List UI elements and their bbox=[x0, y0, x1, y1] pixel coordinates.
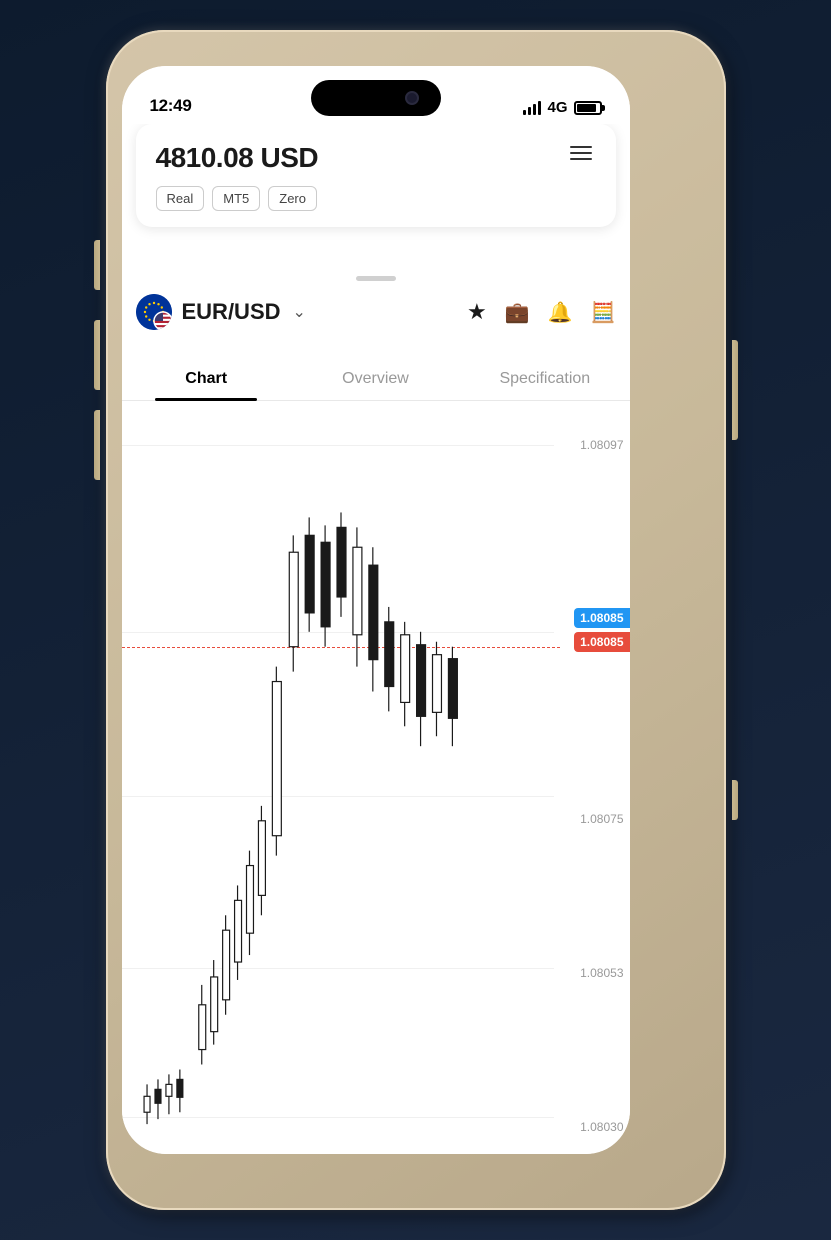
volume-mute-button bbox=[94, 240, 100, 290]
header-top: 4810.08 USD bbox=[156, 142, 596, 174]
price-label-1: 1.08097 bbox=[554, 438, 624, 452]
account-tag-zero[interactable]: Zero bbox=[268, 186, 317, 211]
tab-chart[interactable]: Chart bbox=[122, 356, 291, 400]
instrument-actions: ★ 💼 🔔 🧮 bbox=[467, 299, 615, 325]
price-label-5: 1.08030 bbox=[554, 1120, 624, 1134]
tab-overview[interactable]: Overview bbox=[291, 356, 460, 400]
price-labels: 1.08097 1.08075 1.08053 1.08030 bbox=[554, 408, 624, 1154]
signal-bars-icon bbox=[523, 101, 541, 115]
tabs-row: Chart Overview Specification bbox=[122, 356, 630, 401]
volume-down-button bbox=[94, 410, 100, 480]
tab-specification[interactable]: Specification bbox=[460, 356, 629, 400]
power-button bbox=[732, 340, 738, 440]
price-label-4: 1.08053 bbox=[554, 966, 624, 980]
bid-price-badge: 1.08085 bbox=[574, 608, 629, 628]
briefcase-icon[interactable]: 💼 bbox=[505, 300, 530, 325]
account-tags: Real MT5 Zero bbox=[156, 186, 596, 211]
battery-icon bbox=[574, 101, 602, 115]
dynamic-island bbox=[311, 80, 441, 116]
currency-flag-icon bbox=[136, 294, 172, 330]
price-label-3: 1.08075 bbox=[554, 812, 624, 826]
calculator-icon[interactable]: 🧮 bbox=[591, 300, 616, 325]
status-right: 4G bbox=[523, 99, 601, 116]
network-type: 4G bbox=[547, 99, 567, 116]
signal-bar-3 bbox=[533, 104, 536, 115]
menu-line-1 bbox=[570, 146, 592, 148]
instrument-left: EUR/USD ⌄ bbox=[136, 294, 306, 330]
hamburger-menu-button[interactable] bbox=[566, 142, 596, 164]
favorite-star-button[interactable]: ★ bbox=[467, 299, 487, 325]
account-tag-real[interactable]: Real bbox=[156, 186, 205, 211]
status-time: 12:49 bbox=[150, 96, 192, 116]
ask-price-badge: 1.08085 bbox=[574, 632, 629, 652]
eu-flag-svg bbox=[136, 294, 172, 330]
chevron-down-icon[interactable]: ⌄ bbox=[293, 302, 306, 322]
battery-fill bbox=[577, 104, 596, 112]
menu-line-2 bbox=[570, 152, 592, 154]
instrument-name[interactable]: EUR/USD bbox=[182, 299, 281, 325]
balance-amount: 4810.08 USD bbox=[156, 142, 319, 174]
bell-icon[interactable]: 🔔 bbox=[548, 300, 573, 325]
signal-bar-2 bbox=[528, 107, 531, 115]
phone-mockup: 12:49 4G 4810.08 USD bbox=[66, 20, 766, 1220]
volume-up-button bbox=[94, 320, 100, 390]
menu-line-3 bbox=[570, 158, 592, 160]
candlestick-chart: .candle-bull { stroke: #1a1a1a; fill: #f… bbox=[122, 408, 560, 1154]
header-card: 4810.08 USD Real MT5 Zero bbox=[136, 124, 616, 227]
signal-bar-4 bbox=[538, 101, 541, 115]
action-button bbox=[732, 780, 738, 820]
account-tag-mt5[interactable]: MT5 bbox=[212, 186, 260, 211]
instrument-row: EUR/USD ⌄ ★ 💼 🔔 🧮 bbox=[136, 294, 616, 330]
signal-bar-1 bbox=[523, 110, 526, 115]
chart-area[interactable]: .candle-bull { stroke: #1a1a1a; fill: #f… bbox=[122, 408, 630, 1154]
phone-screen: 12:49 4G 4810.08 USD bbox=[122, 66, 630, 1154]
front-camera bbox=[405, 91, 419, 105]
drag-handle bbox=[356, 276, 396, 281]
